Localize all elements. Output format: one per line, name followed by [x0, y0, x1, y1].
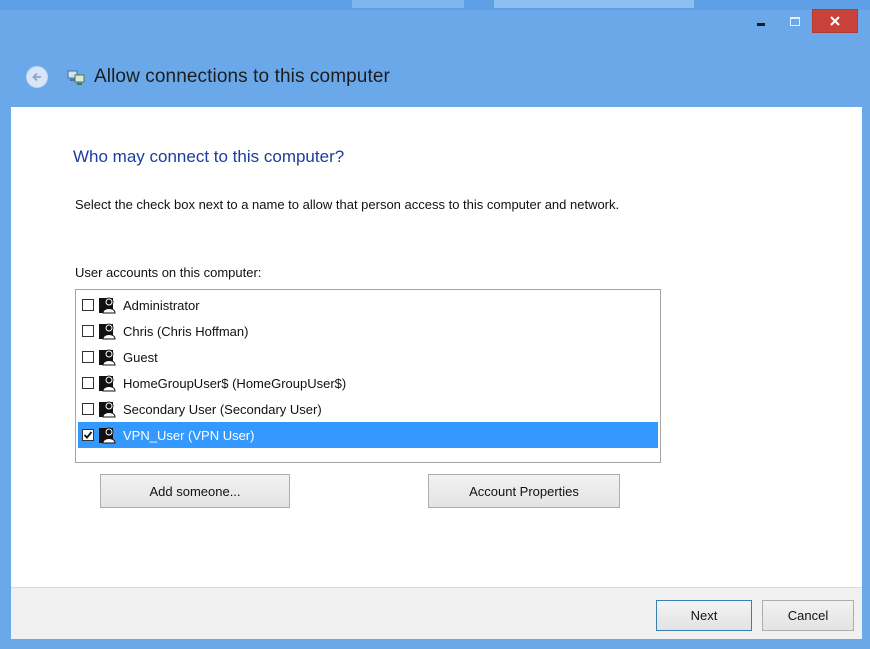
user-name: Chris (Chris Hoffman) [123, 323, 249, 339]
title-bar: Allow connections to this computer [26, 64, 390, 90]
user-name: VPN_User (VPN User) [123, 427, 255, 443]
checkmark-icon [83, 431, 93, 439]
user-name: Secondary User (Secondary User) [123, 401, 322, 417]
content-panel: Who may connect to this computer? Select… [11, 107, 862, 587]
cancel-button[interactable]: Cancel [762, 600, 854, 631]
network-computer-icon [67, 70, 85, 85]
back-arrow-icon [32, 72, 41, 82]
user-name: Administrator [123, 297, 200, 313]
user-row[interactable]: Guest [78, 344, 658, 370]
user-row[interactable]: Chris (Chris Hoffman) [78, 318, 658, 344]
account-properties-button[interactable]: Account Properties [428, 474, 620, 508]
next-button[interactable]: Next [656, 600, 752, 631]
close-button[interactable] [812, 9, 858, 33]
user-account-icon [99, 375, 116, 392]
maximize-icon [790, 16, 800, 26]
user-name: HomeGroupUser$ (HomeGroupUser$) [123, 375, 347, 391]
minimize-button[interactable] [744, 9, 778, 33]
window-title: Allow connections to this computer [94, 66, 390, 87]
user-checkbox[interactable] [82, 325, 94, 337]
page-heading: Who may connect to this computer? [73, 147, 345, 166]
back-button[interactable] [26, 66, 48, 88]
user-row[interactable]: HomeGroupUser$ (HomeGroupUser$) [78, 370, 658, 396]
minimize-icon [757, 22, 765, 26]
user-account-icon [99, 401, 116, 418]
user-account-icon [99, 323, 116, 340]
user-account-icon [99, 349, 116, 366]
user-name: Guest [123, 349, 158, 365]
dialog-footer: Next Cancel [11, 587, 862, 639]
user-accounts-list[interactable]: Administrator Chris (Chris Hoffman) Guest H… [75, 289, 661, 463]
instructions-text: Select the check box next to a name to a… [75, 197, 620, 212]
user-accounts-label: User accounts on this computer: [75, 265, 262, 280]
user-checkbox[interactable] [82, 403, 94, 415]
user-row[interactable]: Administrator [78, 292, 658, 318]
user-account-icon [99, 297, 116, 314]
user-checkbox[interactable] [82, 299, 94, 311]
caption-buttons [744, 9, 858, 41]
maximize-button[interactable] [778, 9, 812, 33]
user-account-icon [99, 427, 116, 444]
top-edge-highlight [494, 0, 694, 8]
user-row[interactable]: Secondary User (Secondary User) [78, 396, 658, 422]
dialog-window: Allow connections to this computer Who m… [0, 0, 870, 649]
user-checkbox[interactable] [82, 351, 94, 363]
window-top-edge [0, 0, 870, 10]
user-checkbox[interactable] [82, 429, 94, 441]
top-edge-highlight [352, 0, 464, 8]
user-checkbox[interactable] [82, 377, 94, 389]
add-someone-button[interactable]: Add someone... [100, 474, 290, 508]
close-icon [830, 16, 840, 26]
user-row[interactable]: VPN_User (VPN User) [78, 422, 658, 448]
